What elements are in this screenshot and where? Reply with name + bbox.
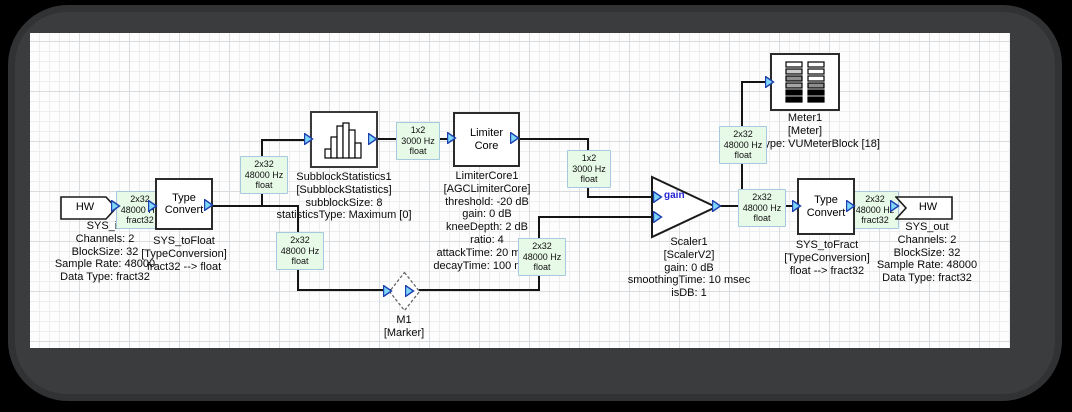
sys-out-input-pin-icon[interactable] [890,200,900,212]
marker-output-pin-icon[interactable] [405,285,415,297]
scaler-audio-input-pin-icon[interactable] [653,211,663,223]
sys-out-annotation: SYS_out Channels: 2 BlockSize: 32 Sample Ra… [876,221,978,285]
wire-typeconvert-branch[interactable] [213,205,299,207]
wire-to-scaler-audio[interactable] [538,216,658,218]
sys-to-fract-output-pin-icon[interactable] [846,200,856,212]
scaler-output-pin-icon[interactable] [712,200,722,212]
screenshot-stage: SYS_in Channels: 2 BlockSize: 32 Sample Rat… [0,0,1072,412]
sys-to-fract-input-pin-icon[interactable] [792,200,802,212]
limiter-output-pin-icon[interactable] [510,132,520,144]
subblock-input-pin-icon[interactable] [304,133,314,145]
scaler-block[interactable] [650,175,720,239]
hw-label: HW [75,201,95,213]
hw-label: HW [918,201,938,213]
type-convert-label: Type Convert [806,194,846,219]
wire-to-scaler-gain[interactable] [587,196,658,198]
histogram-icon [324,121,362,159]
wire-label: 1x2 3000 Hz float [567,150,611,188]
scaler-triangle-icon [651,175,719,239]
meter-block[interactable] [770,53,840,111]
sys-out-hw-block[interactable]: HW [894,196,953,220]
limiter-core-label: Limiter Core [469,127,503,152]
wire-label: 1x2 3000 Hz float [396,122,440,160]
marker-input-pin-icon[interactable] [383,285,393,297]
scaler-annotation: Scaler1 [ScalerV2] gain: 0 dB smoothingTime… [627,236,751,300]
wire-marker-out[interactable] [419,289,540,291]
type-convert-label: Type Convert [164,191,204,217]
wire-label: 2x32 48000 Hz float [240,156,288,194]
meter-input-pin-icon[interactable] [765,76,775,88]
wire-label: 2x32 48000 Hz float [276,232,324,270]
vu-meter-icon [785,61,825,103]
wire-label: 2x32 48000 Hz float [518,238,566,276]
wire-label: 2x32 48000 Hz float [738,189,786,227]
wire-label: 2x32 48000 Hz float [719,126,767,164]
scaler-gain-input-pin-icon[interactable] [653,191,663,203]
sys-in-output-pin-icon[interactable] [111,200,121,212]
sys-to-float-input-pin-icon[interactable] [148,200,158,212]
sys-to-float-output-pin-icon[interactable] [204,199,214,211]
sys-to-float-annotation: SYS_toFloat [TypeConversion] fract32 --> f… [141,235,227,273]
wire-limiter-out[interactable] [519,138,589,140]
limiter-input-pin-icon[interactable] [447,132,457,144]
marker-annotation: M1 [Marker] [383,314,425,339]
scaler-gain-pin-label: gain [664,190,685,201]
sys-in-hw-block[interactable]: HW [60,196,118,220]
wire-to-marker[interactable] [297,289,391,291]
subblock-output-pin-icon[interactable] [368,133,378,145]
